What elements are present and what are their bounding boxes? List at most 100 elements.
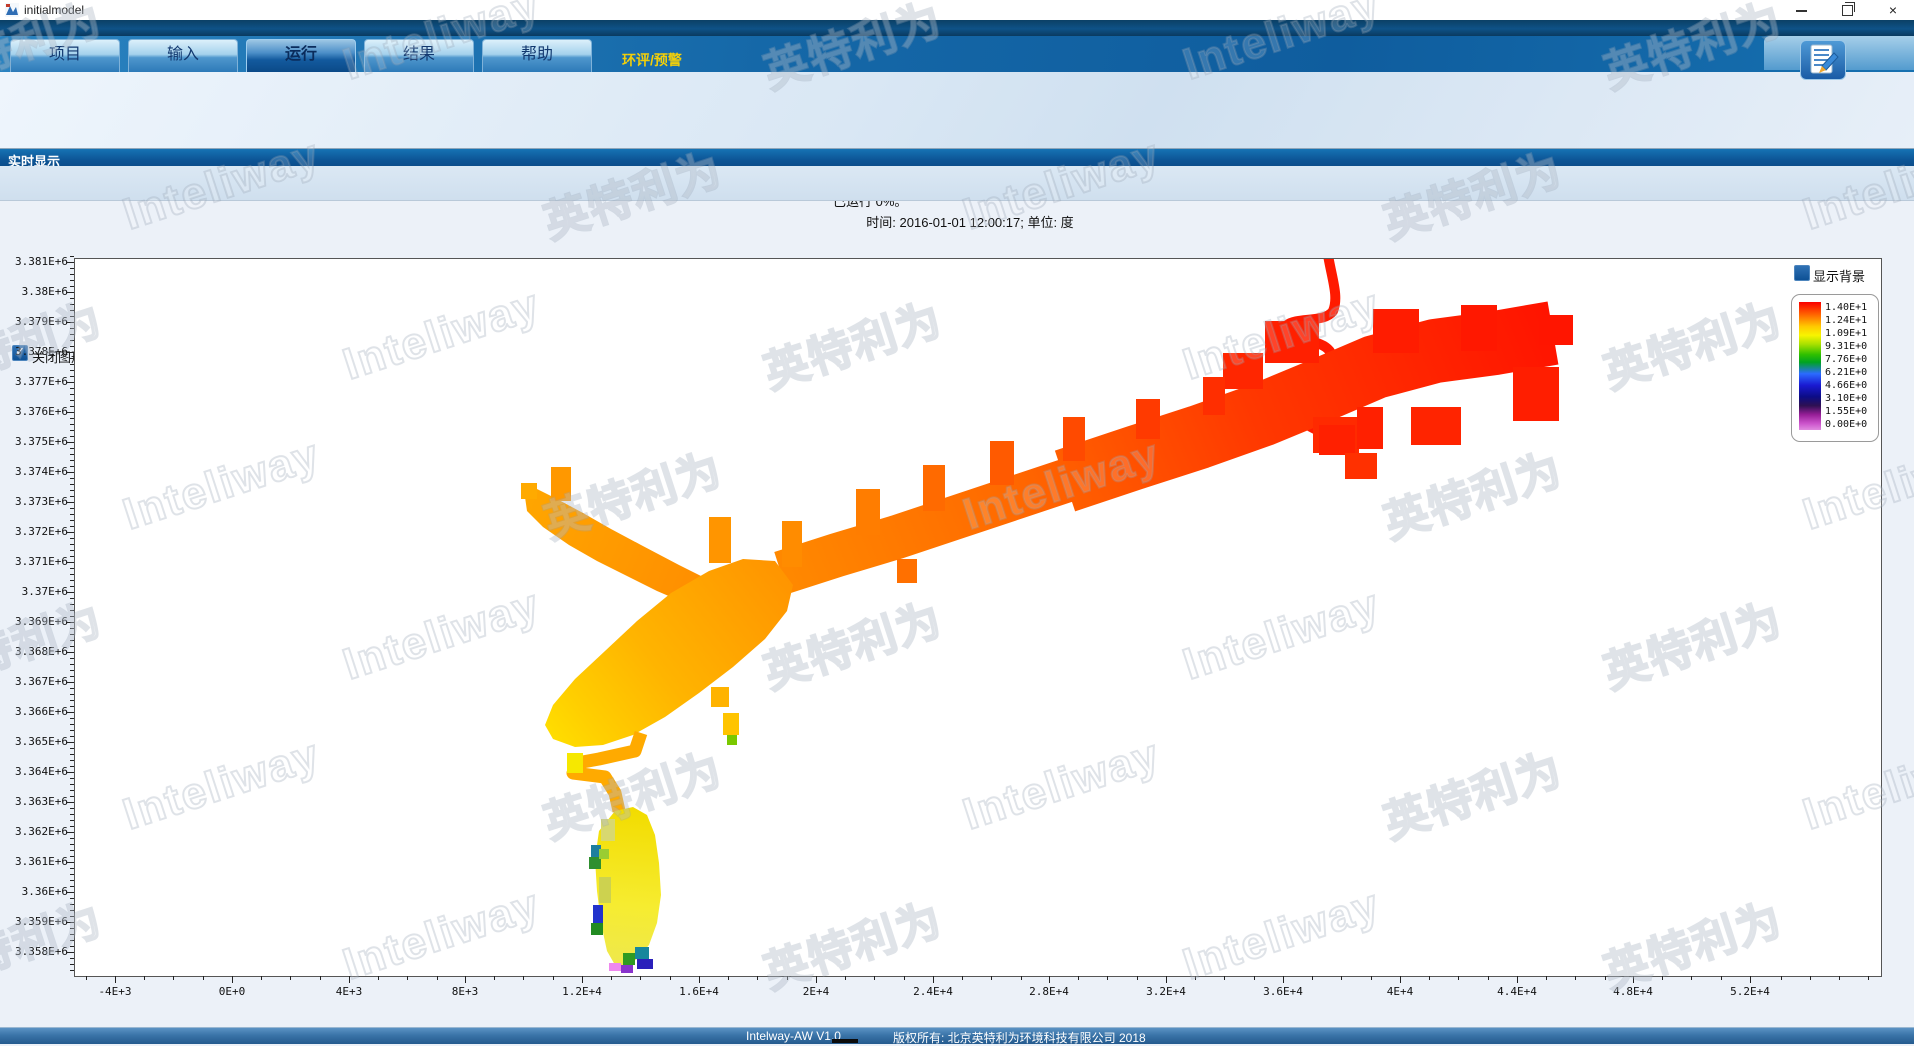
legend-value: 4.66E+0 (1825, 379, 1879, 392)
x-tick-label: 3.6E+4 (1248, 985, 1318, 999)
tab-env-warning[interactable]: 环评/预警 (622, 50, 682, 70)
y-tick-label: 3.377E+6 (0, 375, 68, 389)
y-major-tick (66, 262, 74, 263)
x-tick-label: 1.6E+4 (664, 985, 734, 999)
y-major-tick (66, 742, 74, 743)
y-major-tick (66, 832, 74, 833)
copyright: 版权所有: 北京英特利为环境科技有限公司 2018 (893, 1029, 1146, 1046)
edit-icon-button[interactable] (1800, 40, 1846, 80)
y-tick-label: 3.38E+6 (0, 285, 68, 299)
y-tick-label: 3.372E+6 (0, 525, 68, 539)
y-tick-label: 3.363E+6 (0, 795, 68, 809)
y-major-tick (66, 862, 74, 863)
show-background-checkbox[interactable] (1794, 265, 1810, 281)
y-tick-label: 3.37E+6 (0, 585, 68, 599)
legend-value: 1.40E+1 (1825, 301, 1879, 314)
legend-value: 9.31E+0 (1825, 340, 1879, 353)
realtime-controls: ✓ 关闭图形显示 指标 水温 ▾ 水层 1 ▾ 输出间隔(小时) 自定义图谱 显… (0, 166, 1914, 201)
tab-运行[interactable]: 运行 (246, 39, 356, 72)
x-tick-label: 2E+4 (781, 985, 851, 999)
legend-value: 7.76E+0 (1825, 353, 1879, 366)
plot-time-label: 时间: 2016-01-01 12:00:17; 单位: 度 (760, 212, 1180, 231)
document-pencil-icon (1802, 42, 1844, 78)
tab-帮助[interactable]: 帮助 (482, 39, 592, 72)
taskbar-peek (832, 1039, 858, 1043)
legend-value: 1.09E+1 (1825, 327, 1879, 340)
y-major-tick (66, 412, 74, 413)
y-major-tick (66, 472, 74, 473)
legend-colorbar (1799, 302, 1821, 430)
y-major-tick (66, 952, 74, 953)
minimize-button[interactable] (1786, 2, 1816, 18)
x-tick-label: 4E+3 (314, 985, 384, 999)
show-background-label: 显示背景 (1813, 266, 1865, 285)
y-major-tick (66, 772, 74, 773)
legend-value: 1.24E+1 (1825, 314, 1879, 327)
x-tick-label: 8E+3 (430, 985, 500, 999)
y-major-tick (66, 682, 74, 683)
y-major-tick (66, 322, 74, 323)
y-major-tick (66, 922, 74, 923)
app-version: Intelway-AW V1.0 (746, 1029, 841, 1043)
y-tick-label: 3.365E+6 (0, 735, 68, 749)
y-tick-label: 3.381E+6 (0, 255, 68, 269)
y-major-tick (66, 532, 74, 533)
river-heatmap (75, 259, 1881, 976)
y-tick-label: 3.369E+6 (0, 615, 68, 629)
title-bar: initialmodel × (0, 0, 1914, 21)
y-tick-label: 3.366E+6 (0, 705, 68, 719)
y-tick-label: 3.379E+6 (0, 315, 68, 329)
app-icon (5, 3, 19, 17)
x-tick-label: 1.2E+4 (547, 985, 617, 999)
tab-项目[interactable]: 项目 (10, 39, 120, 72)
y-major-tick (66, 622, 74, 623)
y-major-tick (66, 382, 74, 383)
y-major-tick (66, 442, 74, 443)
y-tick-label: 3.371E+6 (0, 555, 68, 569)
x-tick-label: 3.2E+4 (1131, 985, 1201, 999)
y-major-tick (66, 802, 74, 803)
y-tick-label: 3.361E+6 (0, 855, 68, 869)
y-tick-label: 3.368E+6 (0, 645, 68, 659)
y-tick-label: 3.367E+6 (0, 675, 68, 689)
y-tick-label: 3.359E+6 (0, 915, 68, 929)
run-toolbar: 运行模型 已运行 0%。 暂停运行 终止运行 错误信息 (0, 72, 1914, 149)
y-tick-label: 3.373E+6 (0, 495, 68, 509)
tab-输入[interactable]: 输入 (128, 39, 238, 72)
y-major-tick (66, 502, 74, 503)
close-graph-checkbox[interactable]: ✓ (12, 345, 28, 361)
legend-value: 0.00E+0 (1825, 418, 1879, 431)
y-tick-label: 3.375E+6 (0, 435, 68, 449)
y-tick-label: 3.364E+6 (0, 765, 68, 779)
y-tick-label: 3.362E+6 (0, 825, 68, 839)
x-tick-label: 5.2E+4 (1715, 985, 1785, 999)
plot-area (74, 258, 1882, 977)
window-title: initialmodel (24, 3, 84, 17)
y-major-tick (66, 292, 74, 293)
status-bar: Intelway-AW V1.0 版权所有: 北京英特利为环境科技有限公司 20… (0, 1027, 1914, 1044)
x-tick-label: -4E+3 (80, 985, 150, 999)
y-major-tick (66, 892, 74, 893)
x-tick-label: 4.8E+4 (1598, 985, 1668, 999)
realtime-display-header: 实时显示 (0, 148, 1914, 167)
legend-value: 3.10E+0 (1825, 392, 1879, 405)
y-tick-label: 3.374E+6 (0, 465, 68, 479)
tab-结果[interactable]: 结果 (364, 39, 474, 72)
y-tick-label: 3.36E+6 (0, 885, 68, 899)
restore-button[interactable] (1832, 2, 1862, 18)
y-major-tick (66, 562, 74, 563)
x-tick-label: 2.4E+4 (898, 985, 968, 999)
top-nav-strip (0, 20, 1914, 36)
x-tick-label: 2.8E+4 (1014, 985, 1084, 999)
tab-bar: 项目输入运行结果帮助 (0, 36, 1914, 72)
close-button[interactable]: × (1878, 2, 1908, 18)
y-minor-tick (70, 256, 74, 257)
x-tick-label: 0E+0 (197, 985, 267, 999)
legend-value: 1.55E+0 (1825, 405, 1879, 418)
y-major-tick (66, 712, 74, 713)
x-tick-label: 4.4E+4 (1482, 985, 1552, 999)
legend-value: 6.21E+0 (1825, 366, 1879, 379)
y-major-tick (66, 592, 74, 593)
y-tick-label: 3.358E+6 (0, 945, 68, 959)
y-tick-label: 3.376E+6 (0, 405, 68, 419)
